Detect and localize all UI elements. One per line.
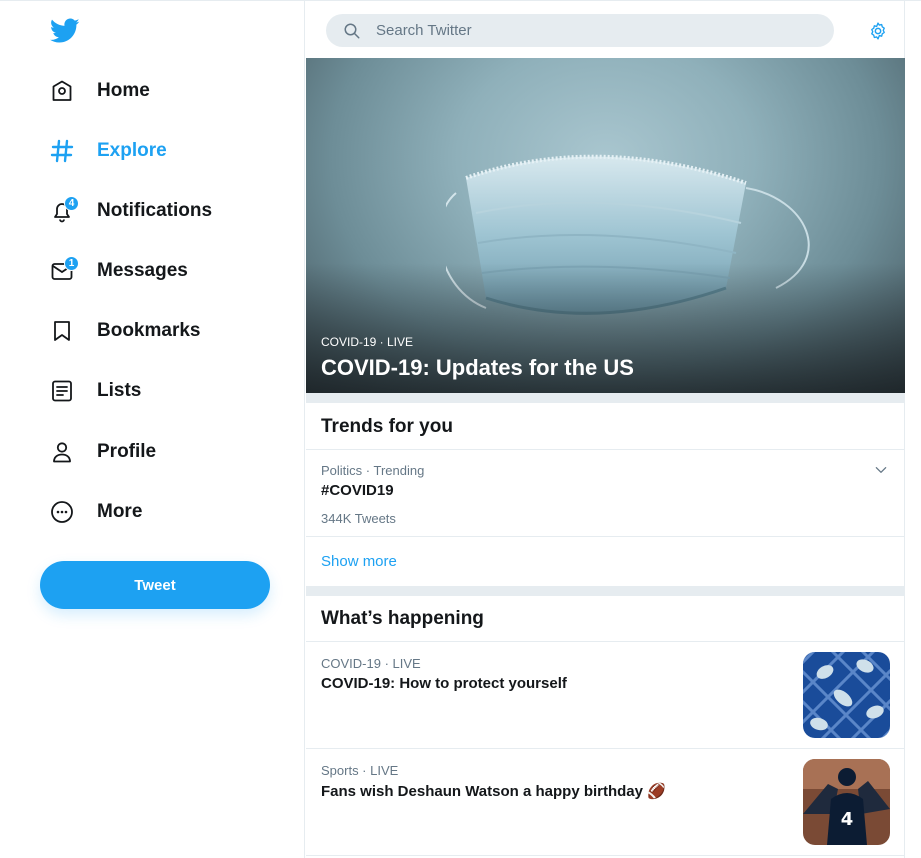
hashtag-icon bbox=[40, 136, 86, 166]
explore-main-column: COVID-19 · LIVE COVID-19: Updates for th… bbox=[306, 0, 905, 858]
section-title: What’s happening bbox=[321, 607, 484, 629]
home-icon bbox=[40, 76, 86, 106]
section-title: Trends for you bbox=[321, 415, 453, 437]
sidebar-item-label: Messages bbox=[97, 260, 188, 281]
story-meta: COVID-19 · LIVE bbox=[321, 656, 421, 671]
sidebar-item-label: Bookmarks bbox=[97, 320, 201, 341]
featured-story-hero[interactable]: COVID-19 · LIVE COVID-19: Updates for th… bbox=[306, 58, 905, 393]
sidebar-item-lists[interactable]: Lists bbox=[40, 366, 270, 416]
sidebar-item-label: Home bbox=[97, 80, 150, 101]
search-icon bbox=[344, 23, 360, 38]
story-thumbnail-image bbox=[803, 652, 890, 738]
sidebar-item-label: Notifications bbox=[97, 200, 213, 221]
story-headline: Fans wish Deshaun Watson a happy birthda… bbox=[321, 783, 666, 800]
sidebar-item-more[interactable]: More bbox=[40, 487, 270, 537]
sidebar-item-bookmarks[interactable]: Bookmarks bbox=[40, 306, 270, 356]
whats-happening-heading: What’s happening bbox=[306, 596, 905, 642]
story-headline: COVID-19: How to protect yourself bbox=[321, 675, 567, 692]
settings-gear-icon[interactable] bbox=[868, 21, 888, 41]
sidebar-item-label: Profile bbox=[97, 441, 157, 462]
news-story-item[interactable]: COVID-19 · LIVE COVID-19: How to protect… bbox=[306, 642, 905, 749]
story-thumbnail-image: 4 bbox=[803, 759, 890, 845]
search-bar[interactable] bbox=[326, 14, 834, 47]
sidebar: Home Explore 4 Notifications 1 Messages … bbox=[0, 0, 305, 858]
sidebar-item-label: Explore bbox=[97, 140, 167, 161]
chevron-down-icon[interactable] bbox=[874, 463, 888, 477]
sidebar-item-profile[interactable]: Profile bbox=[40, 427, 270, 477]
hero-kicker: COVID-19 · LIVE bbox=[321, 335, 414, 349]
news-story-item[interactable]: Sports · LIVE Fans wish Deshaun Watson a… bbox=[306, 749, 905, 856]
twitter-logo-icon[interactable] bbox=[50, 18, 80, 44]
sidebar-item-notifications[interactable]: 4 Notifications bbox=[40, 186, 270, 236]
envelope-icon: 1 bbox=[40, 256, 86, 286]
trend-topic: #COVID19 bbox=[321, 482, 394, 499]
trends-heading: Trends for you bbox=[306, 404, 905, 450]
story-meta: Sports · LIVE bbox=[321, 763, 399, 778]
list-icon bbox=[40, 376, 86, 406]
bell-icon: 4 bbox=[40, 196, 86, 226]
trend-tweet-count: 344K Tweets bbox=[321, 511, 396, 526]
person-icon bbox=[40, 437, 86, 467]
svg-text:4: 4 bbox=[841, 809, 854, 830]
sidebar-item-label: More bbox=[97, 501, 143, 522]
search-input[interactable] bbox=[376, 22, 796, 39]
trend-item[interactable]: Politics · Trending #COVID19 344K Tweets bbox=[306, 450, 905, 537]
show-more-link[interactable]: Show more bbox=[306, 537, 905, 586]
sidebar-item-label: Lists bbox=[97, 380, 142, 401]
message-count-badge: 1 bbox=[64, 256, 79, 271]
section-divider bbox=[306, 586, 905, 596]
bookmark-icon bbox=[40, 316, 86, 346]
notification-count-badge: 4 bbox=[64, 196, 79, 211]
more-icon bbox=[40, 497, 86, 527]
sidebar-item-messages[interactable]: 1 Messages bbox=[40, 246, 270, 296]
tweet-button[interactable]: Tweet bbox=[40, 561, 270, 609]
trend-category: Politics · Trending bbox=[321, 463, 425, 478]
sidebar-item-home[interactable]: Home bbox=[40, 66, 270, 116]
sidebar-item-explore[interactable]: Explore bbox=[40, 126, 270, 176]
hero-title: COVID-19: Updates for the US bbox=[321, 355, 634, 380]
section-divider bbox=[306, 393, 905, 403]
